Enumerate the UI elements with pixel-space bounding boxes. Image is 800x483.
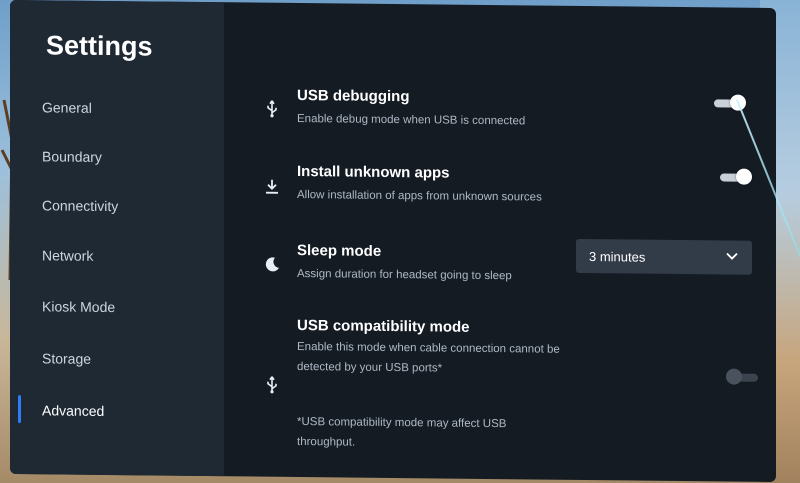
usb-debugging-title: USB debugging [297,86,410,106]
settings-panel: Settings General Boundary Connectivity N… [10,0,776,483]
download-icon [266,179,278,194]
sleep-mode-title: Sleep mode [297,241,382,260]
sidebar-item-network[interactable]: Network [42,247,93,264]
usb-debugging-desc: Enable debug mode when USB is connected [297,112,526,128]
usb-compat-desc-line2: detected by your USB ports* [297,360,443,375]
sidebar-item-connectivity[interactable]: Connectivity [42,197,118,214]
sidebar-item-general[interactable]: General [42,99,92,116]
usb-compat-note-line2: throughput. [297,435,356,449]
usb-compat-toggle[interactable] [726,368,758,385]
sidebar: Settings General Boundary Connectivity N… [10,0,224,477]
usb-icon [267,100,277,118]
install-unknown-toggle[interactable] [720,168,752,185]
usb-compat-desc-line1: Enable this mode when cable connection c… [297,340,560,356]
chevron-down-icon [726,252,738,260]
sidebar-item-advanced[interactable]: Advanced [42,402,104,419]
page-title: Settings [46,30,153,62]
toggle-knob [736,168,752,185]
sleep-mode-select[interactable]: 3 minutes [576,238,752,275]
sidebar-item-kiosk-mode[interactable]: Kiosk Mode [42,298,115,315]
advanced-settings: USB debugging Enable debug mode when USB… [224,2,776,482]
install-unknown-title: Install unknown apps [297,162,450,182]
usb-compat-note-line1: *USB compatibility mode may affect USB [297,415,507,431]
moon-icon [265,257,279,272]
sidebar-item-storage[interactable]: Storage [42,350,91,367]
sleep-mode-value: 3 minutes [589,249,646,265]
active-indicator [18,395,21,424]
install-unknown-desc: Allow installation of apps from unknown … [297,188,542,204]
usb-compat-title: USB compatibility mode [297,316,470,336]
sleep-mode-desc: Assign duration for headset going to sle… [297,267,512,283]
toggle-knob [726,368,742,385]
usb-icon [267,376,277,394]
sidebar-item-boundary[interactable]: Boundary [42,148,102,165]
